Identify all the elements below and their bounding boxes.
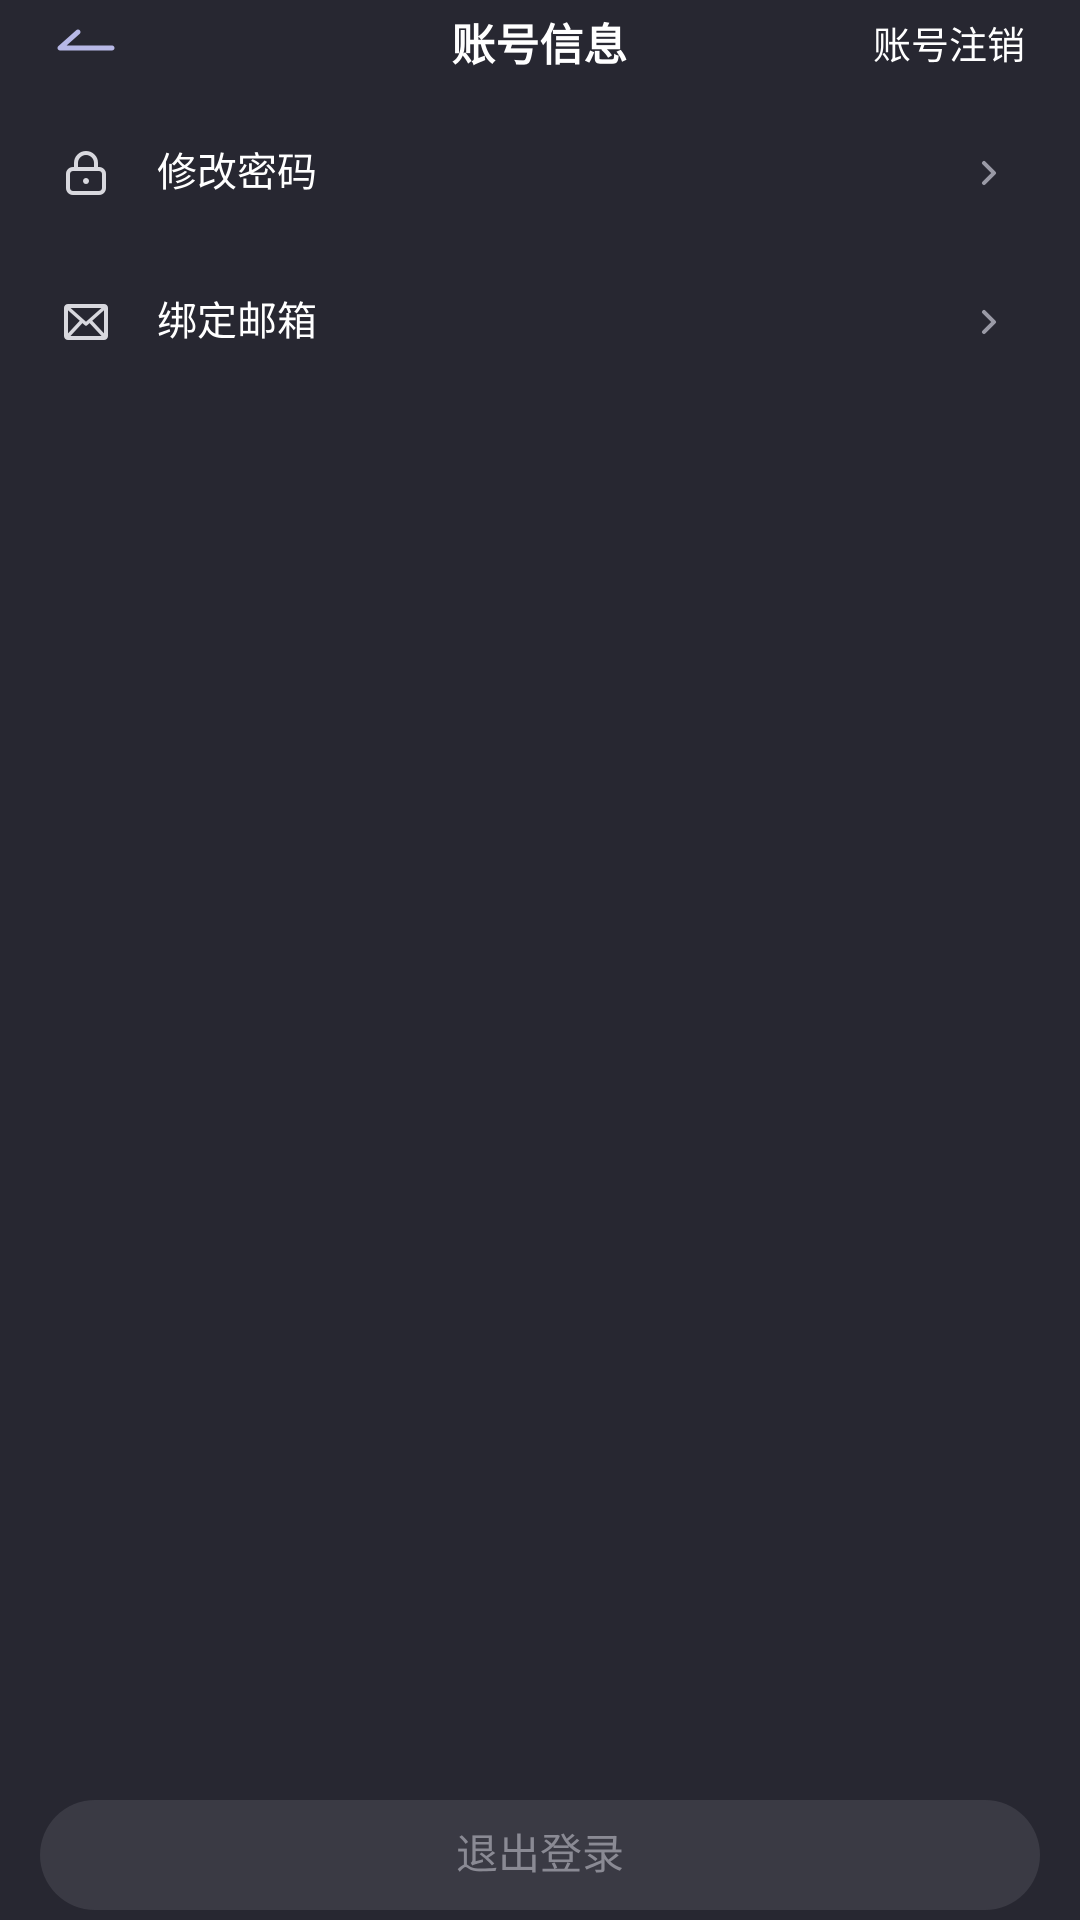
lock-icon [66,151,106,195]
logout-button[interactable]: 退出登录 [40,1800,1040,1910]
deactivate-account-button[interactable]: 账号注销 [873,18,1025,74]
chevron-right-icon [982,310,996,334]
change-password-item[interactable]: 修改密码 [0,113,1080,233]
change-password-label: 修改密码 [157,150,317,196]
back-arrow-icon[interactable] [50,18,130,78]
bind-email-item[interactable]: 绑定邮箱 [0,262,1080,382]
mail-icon [64,304,108,340]
top-bar: 账号信息 账号注销 [0,0,1080,95]
chevron-right-icon [982,161,996,185]
bind-email-label: 绑定邮箱 [157,299,317,345]
account-info-screen: 账号信息 账号注销 修改密码 绑定邮箱 退出登录 [0,0,1080,1920]
